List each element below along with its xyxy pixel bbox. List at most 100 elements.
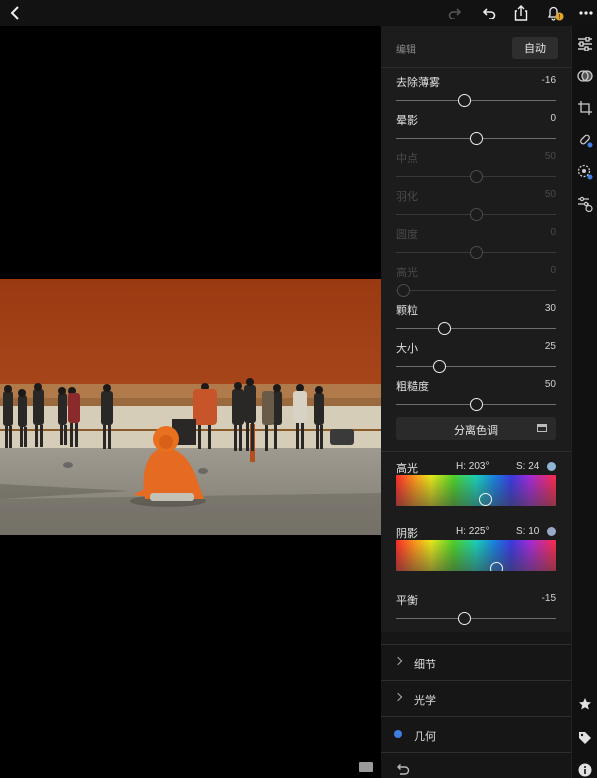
grain-slider-row: 颗粒 30 xyxy=(396,302,556,338)
midpoint-value: 50 xyxy=(544,151,556,162)
roundness-value: 0 xyxy=(550,227,556,238)
notification-badge: ! xyxy=(558,13,561,21)
reset-icon[interactable] xyxy=(395,762,411,775)
active-dot-icon xyxy=(394,730,402,738)
dehaze-slider-row: 去除薄雾 -16 xyxy=(396,74,556,110)
section-geometry[interactable]: 几何 xyxy=(381,718,571,753)
size-track[interactable] xyxy=(396,366,556,367)
highlights-hue: H: 203° xyxy=(456,461,490,472)
grain-thumb[interactable] xyxy=(437,322,451,335)
divider xyxy=(381,716,571,717)
balance-slider-row: 平衡 -15 xyxy=(396,592,556,628)
feather-slider-row: 羽化 50 xyxy=(396,188,556,224)
back-icon[interactable] xyxy=(6,0,24,26)
vignette-slider-row: 晕影 0 xyxy=(396,112,556,148)
panel-header: 编辑 自动 xyxy=(381,26,571,68)
size-label: 大小 xyxy=(396,343,418,355)
vignette-thumb[interactable] xyxy=(469,132,483,145)
size-slider-row: 大小 25 xyxy=(396,340,556,376)
shadows-hue-picker[interactable] xyxy=(396,540,556,571)
roundness-thumb xyxy=(469,246,483,259)
dehaze-thumb[interactable] xyxy=(458,94,472,107)
feather-thumb xyxy=(469,208,483,221)
highlights-color-swatch[interactable] xyxy=(547,462,556,471)
dehaze-label: 去除薄雾 xyxy=(396,77,440,89)
highlights-hue-picker[interactable] xyxy=(396,475,556,506)
edit-sliders-icon[interactable] xyxy=(577,36,593,52)
more-icon[interactable] xyxy=(577,0,595,26)
highlights-vignette-value: 0 xyxy=(550,265,556,276)
photo-image[interactable] xyxy=(0,279,381,535)
dehaze-track[interactable] xyxy=(396,100,556,101)
split-toning-label: 分离色调 xyxy=(454,425,498,437)
shadows-label: 阴影 xyxy=(396,528,418,540)
highlights-vignette-slider-row: 高光 0 xyxy=(396,264,556,300)
roundness-slider-row: 圆度 0 xyxy=(396,226,556,262)
section-optics-label: 光学 xyxy=(414,695,436,707)
section-optics[interactable]: 光学 xyxy=(381,682,571,717)
panel-title: 编辑 xyxy=(396,45,416,56)
roughness-thumb[interactable] xyxy=(469,398,483,411)
midpoint-thumb xyxy=(469,170,483,183)
filmstrip-toggle-icon[interactable] xyxy=(359,762,373,772)
shadows-color-swatch[interactable] xyxy=(547,527,556,536)
roughness-value: 50 xyxy=(544,379,556,390)
roundness-label: 圆度 xyxy=(396,229,418,241)
edit-panel: 编辑 自动 去除薄雾 -16 晕影 0 中点 50 羽化 50 圆度 0 高光 0 颗粒 30 大小 25 粗糙… xyxy=(381,26,571,778)
section-geometry-label: 几何 xyxy=(414,731,436,743)
dehaze-value: -16 xyxy=(541,75,556,86)
highlights-label: 高光 xyxy=(396,463,418,475)
midpoint-label: 中点 xyxy=(396,153,418,165)
split-toning-button[interactable]: 分离色调 xyxy=(396,417,556,440)
divider xyxy=(381,644,571,645)
photo-canvas[interactable] xyxy=(0,26,381,778)
divider xyxy=(381,752,571,753)
highlights-picker-thumb[interactable] xyxy=(479,493,493,506)
highlights-vignette-thumb xyxy=(396,284,410,297)
auto-button[interactable]: 自动 xyxy=(512,37,558,59)
tool-strip xyxy=(571,26,597,778)
grain-value: 30 xyxy=(544,303,556,314)
star-icon[interactable] xyxy=(577,696,593,712)
roughness-slider-row: 粗糙度 50 xyxy=(396,378,556,414)
notification-icon[interactable]: ! xyxy=(544,0,566,26)
chevron-right-icon xyxy=(393,692,403,702)
vignette-label: 晕影 xyxy=(396,115,418,127)
balance-track[interactable] xyxy=(396,618,556,619)
presets-icon[interactable] xyxy=(577,68,593,84)
tag-icon[interactable] xyxy=(577,730,593,746)
shadows-saturation: S: 10 xyxy=(516,526,540,537)
versions-icon[interactable] xyxy=(577,196,593,212)
vignette-value: 0 xyxy=(550,113,556,124)
balance-thumb[interactable] xyxy=(458,612,472,625)
section-detail[interactable]: 细节 xyxy=(381,646,571,681)
feather-label: 羽化 xyxy=(396,191,418,203)
top-toolbar: ! xyxy=(0,0,597,26)
highlights-vignette-label: 高光 xyxy=(396,267,418,279)
info-icon[interactable] xyxy=(577,762,593,778)
redo-icon[interactable] xyxy=(446,0,464,26)
healing-icon[interactable] xyxy=(577,132,593,148)
feather-value: 50 xyxy=(544,189,556,200)
midpoint-slider-row: 中点 50 xyxy=(396,150,556,186)
split-toning-icon xyxy=(537,424,547,432)
size-value: 25 xyxy=(544,341,556,352)
roughness-label: 粗糙度 xyxy=(396,381,429,393)
divider xyxy=(381,451,571,452)
chevron-right-icon xyxy=(393,656,403,666)
balance-value: -15 xyxy=(541,593,556,604)
shadows-hue: H: 225° xyxy=(456,526,490,537)
crop-icon[interactable] xyxy=(577,100,593,116)
share-icon[interactable] xyxy=(512,0,530,26)
size-thumb[interactable] xyxy=(432,360,446,373)
grain-track[interactable] xyxy=(396,328,556,329)
highlights-saturation: S: 24 xyxy=(516,461,540,472)
section-detail-label: 细节 xyxy=(414,659,436,671)
highlights-vignette-track xyxy=(396,290,556,291)
highlights-header: 高光 H: 203° S: 24 xyxy=(396,460,556,476)
shadows-picker-thumb[interactable] xyxy=(490,562,504,571)
shadows-header: 阴影 H: 225° S: 10 xyxy=(396,525,556,541)
selective-icon[interactable] xyxy=(577,164,593,180)
divider xyxy=(381,680,571,681)
undo-icon[interactable] xyxy=(480,0,498,26)
